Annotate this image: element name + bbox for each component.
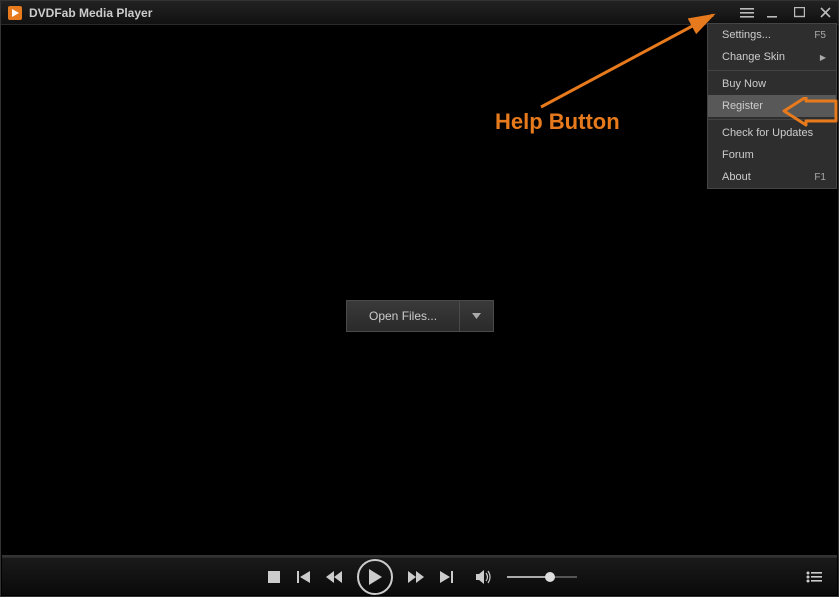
menu-item-label: Check for Updates bbox=[722, 127, 813, 139]
settings-menu: Settings... F5 Change Skin ▶ Buy Now Register… bbox=[707, 23, 837, 189]
hamburger-icon bbox=[740, 8, 754, 18]
menu-item-buy-now[interactable]: Buy Now bbox=[708, 73, 836, 95]
stop-icon bbox=[268, 571, 280, 583]
volume-thumb[interactable] bbox=[545, 572, 555, 582]
fast-forward-button[interactable] bbox=[405, 566, 427, 588]
menu-item-forum[interactable]: Forum bbox=[708, 144, 836, 166]
menu-item-register[interactable]: Register bbox=[708, 95, 836, 117]
open-files-button[interactable]: Open Files... bbox=[347, 301, 459, 331]
control-group bbox=[263, 559, 577, 595]
play-icon bbox=[368, 569, 382, 585]
open-files-dropdown-button[interactable] bbox=[459, 301, 493, 331]
open-files-group: Open Files... bbox=[346, 300, 494, 332]
app-title: DVDFab Media Player bbox=[29, 6, 152, 20]
rewind-icon bbox=[326, 571, 342, 583]
next-button[interactable] bbox=[435, 566, 457, 588]
menu-item-shortcut: F1 bbox=[814, 172, 826, 183]
previous-button[interactable] bbox=[293, 566, 315, 588]
play-button[interactable] bbox=[357, 559, 393, 595]
app-logo-icon bbox=[7, 5, 23, 21]
skip-back-icon bbox=[297, 571, 311, 583]
playlist-icon bbox=[806, 571, 822, 583]
titlebar: DVDFab Media Player bbox=[1, 1, 838, 25]
playback-controls bbox=[2, 557, 837, 595]
annotation-help-label: Help Button bbox=[495, 109, 620, 135]
menu-item-label: About bbox=[722, 171, 751, 183]
playlist-button[interactable] bbox=[803, 566, 825, 588]
stop-button[interactable] bbox=[263, 566, 285, 588]
minimize-button[interactable] bbox=[760, 2, 786, 24]
menu-separator bbox=[708, 119, 836, 120]
fast-forward-icon bbox=[408, 571, 424, 583]
menu-item-label: Register bbox=[722, 100, 763, 112]
menu-item-label: Forum bbox=[722, 149, 754, 161]
menu-item-label: Settings... bbox=[722, 29, 771, 41]
menu-item-check-for-updates[interactable]: Check for Updates bbox=[708, 122, 836, 144]
menu-item-about[interactable]: About F1 bbox=[708, 166, 836, 188]
menu-item-settings[interactable]: Settings... F5 bbox=[708, 24, 836, 46]
volume-slider[interactable] bbox=[507, 576, 577, 578]
rewind-button[interactable] bbox=[323, 566, 345, 588]
menu-item-change-skin[interactable]: Change Skin ▶ bbox=[708, 46, 836, 68]
volume-fill bbox=[507, 576, 547, 578]
maximize-icon bbox=[794, 7, 805, 18]
menu-item-shortcut: F5 bbox=[814, 30, 826, 41]
minimize-icon bbox=[767, 7, 779, 19]
close-icon bbox=[820, 7, 831, 18]
skip-forward-icon bbox=[439, 571, 453, 583]
chevron-down-icon bbox=[472, 313, 481, 319]
app-window: DVDFab Media Player Open Files... bbox=[0, 0, 839, 597]
menu-item-label: Change Skin bbox=[722, 51, 785, 63]
maximize-button[interactable] bbox=[786, 2, 812, 24]
menu-separator bbox=[708, 70, 836, 71]
menu-item-label: Buy Now bbox=[722, 78, 766, 90]
volume-icon bbox=[476, 570, 492, 584]
chevron-right-icon: ▶ bbox=[820, 53, 826, 62]
volume-button[interactable] bbox=[473, 566, 495, 588]
menu-button[interactable] bbox=[734, 2, 760, 24]
close-button[interactable] bbox=[812, 2, 838, 24]
